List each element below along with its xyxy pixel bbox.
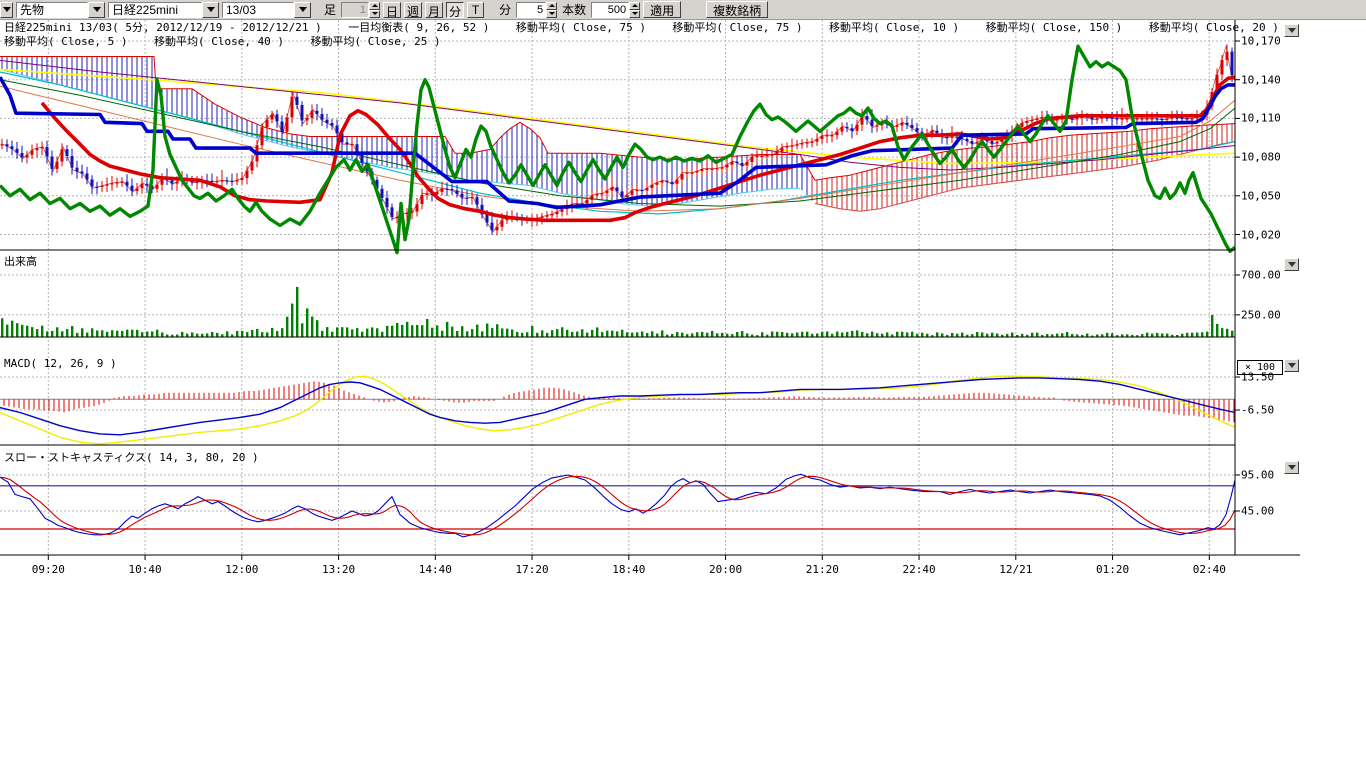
spin-up-icon[interactable] <box>546 2 557 10</box>
period-daily-button[interactable]: 日 <box>383 2 401 18</box>
time-axis-label: 20:00 <box>709 563 742 576</box>
contract-month-value: 13/03 <box>222 2 294 18</box>
minute-input[interactable]: 5 <box>516 2 546 18</box>
time-axis-label: 12:00 <box>225 563 258 576</box>
instrument-type-value: 先物 <box>16 2 88 18</box>
legend-line-1: 日経225mini 13/03( 5分, 2012/12/19 - 2012/1… <box>4 22 1279 34</box>
minute-stepper[interactable] <box>546 2 557 18</box>
chart-canvas[interactable] <box>0 20 1366 586</box>
price-axis-label: 10,140 <box>1241 73 1281 86</box>
instrument-value: 日経225mini <box>108 2 202 18</box>
macd-pane-title: MACD( 12, 26, 9 ) <box>4 358 117 370</box>
period-tick-button[interactable]: T <box>467 2 484 18</box>
stoch-axis-label: 95.00 <box>1241 469 1274 482</box>
period-minute-button[interactable]: 分 <box>446 2 464 18</box>
time-axis-label: 12/21 <box>999 563 1032 576</box>
stoch-pane-title: スロー・ストキャスティクス( 14, 3, 80, 20 ) <box>4 452 259 464</box>
volume-pane-menu-button[interactable] <box>1284 258 1299 271</box>
time-axis-label: 09:20 <box>32 563 65 576</box>
spin-up-icon[interactable] <box>629 2 640 10</box>
minute-label: 分 <box>497 1 513 18</box>
chevron-down-icon[interactable] <box>202 2 219 18</box>
apply-button[interactable]: 適用 <box>643 1 681 18</box>
legend-line-2: 移動平均( Close, 5 ) 移動平均( Close, 40 ) 移動平均(… <box>4 36 441 48</box>
macd-pane-menu-button[interactable] <box>1284 359 1299 372</box>
price-axis-label: 10,050 <box>1241 189 1281 202</box>
spin-down-icon[interactable] <box>629 10 640 18</box>
instrument-type-select[interactable]: 先物 <box>16 2 105 18</box>
spin-down-icon[interactable] <box>369 10 380 18</box>
time-axis-label: 21:20 <box>806 563 839 576</box>
chart-area: 日経225mini 13/03( 5分, 2012/12/19 - 2012/1… <box>0 20 1366 586</box>
multi-symbol-button[interactable]: 複数銘柄 <box>706 1 768 18</box>
bar-count-input[interactable]: 500 <box>591 2 629 18</box>
contract-month-select[interactable]: 13/03 <box>222 2 311 18</box>
macd-axis-label: -6.50 <box>1241 404 1274 417</box>
bar-count-label: 本数 <box>560 1 588 18</box>
chevron-down-icon[interactable] <box>294 2 311 18</box>
chevron-down-icon[interactable] <box>88 2 105 18</box>
bar-type-label: 足 <box>322 1 338 18</box>
stoch-pane-menu-button[interactable] <box>1284 461 1299 474</box>
period-monthly-button[interactable]: 月 <box>425 2 443 18</box>
bar-count-stepper[interactable] <box>629 2 640 18</box>
time-axis-label: 14:40 <box>419 563 452 576</box>
stoch-axis-label: 45.00 <box>1241 505 1274 518</box>
bar-interval-stepper[interactable] <box>369 2 380 18</box>
bar-interval-input[interactable]: 1 <box>341 2 369 18</box>
toolbar: 先物 日経225mini 13/03 足 1 日 週 月 分 T 分 5 本数 … <box>0 0 1366 20</box>
volume-pane-title: 出来高 <box>4 256 37 268</box>
volume-axis-label: 250.00 <box>1241 308 1281 321</box>
price-axis-label: 10,020 <box>1241 228 1281 241</box>
time-axis-label: 10:40 <box>128 563 161 576</box>
price-axis-label: 10,080 <box>1241 151 1281 164</box>
spin-up-icon[interactable] <box>369 2 380 10</box>
time-axis-label: 17:20 <box>515 563 548 576</box>
price-axis-label: 10,170 <box>1241 35 1281 48</box>
time-axis-label: 13:20 <box>322 563 355 576</box>
time-axis-label: 18:40 <box>612 563 645 576</box>
instrument-select[interactable]: 日経225mini <box>108 2 219 18</box>
time-axis-label: 02:40 <box>1193 563 1226 576</box>
price-pane-menu-button[interactable] <box>1284 24 1299 37</box>
chevron-down-icon[interactable] <box>0 2 13 18</box>
time-axis-label: 01:20 <box>1096 563 1129 576</box>
time-axis-label: 22:40 <box>902 563 935 576</box>
spin-down-icon[interactable] <box>546 10 557 18</box>
partial-combo-fragment[interactable] <box>0 2 13 18</box>
price-axis-label: 10,110 <box>1241 112 1281 125</box>
volume-axis-label: 700.00 <box>1241 268 1281 281</box>
macd-axis-label: 13.50 <box>1241 371 1274 384</box>
period-weekly-button[interactable]: 週 <box>404 2 422 18</box>
